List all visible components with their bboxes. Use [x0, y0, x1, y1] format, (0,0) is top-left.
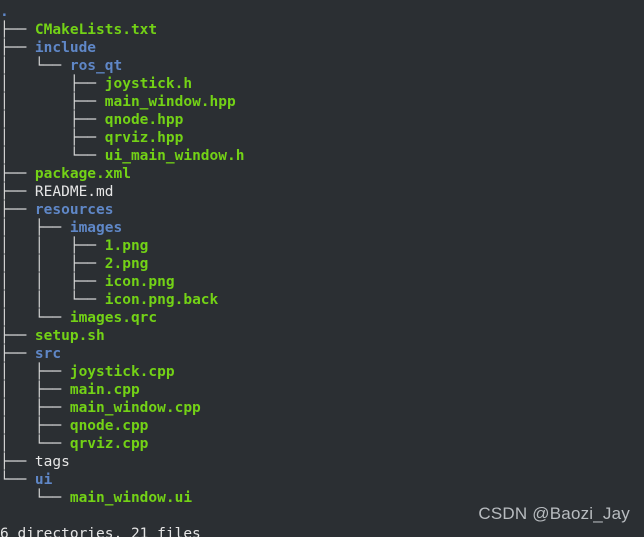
tree-connector: │ │ └── — [0, 292, 105, 308]
tree-row: │ ├── main_window.cpp — [0, 399, 644, 417]
tree-connector: │ ├── — [0, 112, 105, 128]
terminal-window: . ├── CMakeLists.txt ├── include │ └── ros_… — [0, 0, 644, 537]
tree-row: │ ├── main.cpp — [0, 381, 644, 399]
tree-entry-executable: main_window.hpp — [104, 94, 236, 110]
tree-connector: ├── — [0, 346, 35, 362]
tree-root-name: . — [0, 4, 9, 20]
tree-root-row: . — [0, 3, 644, 21]
tree-output: . ├── CMakeLists.txt ├── include │ └── ros_… — [0, 3, 644, 537]
tree-connector: │ ├── — [0, 130, 105, 146]
tree-row: │ │ ├── 1.png — [0, 237, 644, 255]
tree-entry-executable: qrviz.hpp — [104, 130, 184, 146]
tree-entry-executable: 2.png — [104, 256, 149, 272]
tree-row: ├── README.md — [0, 183, 644, 201]
watermark-label: CSDN @Baozi_Jay — [478, 504, 630, 523]
tree-entry-file: tags — [34, 454, 70, 470]
tree-row: │ └── qrviz.cpp — [0, 435, 644, 453]
tree-row: │ ├── main_window.hpp — [0, 93, 644, 111]
tree-connector: │ ├── — [0, 364, 70, 380]
tree-summary: 6 directories, 21 files — [0, 526, 201, 537]
tree-entry-executable: icon.png — [104, 274, 175, 290]
tree-connector: ├── — [0, 328, 35, 344]
tree-row: │ ├── images — [0, 219, 644, 237]
tree-row: ├── CMakeLists.txt — [0, 21, 644, 39]
tree-row: ├── setup.sh — [0, 327, 644, 345]
tree-connector: │ └── — [0, 436, 70, 452]
tree-row: │ ├── joystick.h — [0, 75, 644, 93]
tree-row: ├── resources — [0, 201, 644, 219]
tree-entry-directory: resources — [34, 202, 114, 218]
tree-connector: │ ├── — [0, 220, 70, 236]
tree-connector: ├── — [0, 184, 35, 200]
tree-row: │ │ ├── icon.png — [0, 273, 644, 291]
tree-entry-executable: qrviz.cpp — [69, 436, 149, 452]
tree-entry-executable: qnode.hpp — [104, 112, 184, 128]
tree-row: │ │ └── icon.png.back — [0, 291, 644, 309]
tree-connector: │ │ ├── — [0, 256, 105, 272]
tree-connector: │ ├── — [0, 94, 105, 110]
tree-connector: └── — [0, 490, 70, 506]
tree-connector: │ └── — [0, 310, 70, 326]
tree-entry-executable: icon.png.back — [104, 292, 219, 308]
tree-entry-directory: ui — [34, 472, 53, 488]
tree-entry-executable: main_window.cpp — [69, 400, 201, 416]
tree-connector: └── — [0, 472, 35, 488]
tree-connector: │ └── — [0, 148, 105, 164]
tree-entry-executable: 1.png — [104, 238, 149, 254]
tree-connector: │ │ ├── — [0, 274, 105, 290]
tree-row: │ └── ros_qt — [0, 57, 644, 75]
tree-connector: │ │ ├── — [0, 238, 105, 254]
tree-row: │ └── images.qrc — [0, 309, 644, 327]
tree-row: ├── include — [0, 39, 644, 57]
tree-entry-directory: images — [69, 220, 123, 236]
tree-connector: │ ├── — [0, 76, 105, 92]
tree-connector: │ └── — [0, 58, 70, 74]
tree-row: ├── src — [0, 345, 644, 363]
tree-row: │ ├── qnode.hpp — [0, 111, 644, 129]
tree-connector: ├── — [0, 454, 35, 470]
tree-connector: ├── — [0, 166, 35, 182]
tree-entry-executable: ui_main_window.h — [104, 148, 245, 164]
tree-connector: ├── — [0, 202, 35, 218]
tree-entry-directory: include — [34, 40, 97, 56]
tree-row: └── ui — [0, 471, 644, 489]
tree-entry-directory: src — [34, 346, 62, 362]
tree-entry-executable: main_window.ui — [69, 490, 193, 506]
tree-row: ├── tags — [0, 453, 644, 471]
tree-connector: ├── — [0, 22, 35, 38]
tree-row: │ │ ├── 2.png — [0, 255, 644, 273]
tree-connector: │ ├── — [0, 382, 70, 398]
tree-connector: ├── — [0, 40, 35, 56]
tree-row: │ ├── joystick.cpp — [0, 363, 644, 381]
tree-entry-file: README.md — [34, 184, 114, 200]
tree-row: │ ├── qrviz.hpp — [0, 129, 644, 147]
tree-row: │ └── ui_main_window.h — [0, 147, 644, 165]
tree-entry-executable: joystick.h — [104, 76, 193, 92]
tree-row: ├── package.xml — [0, 165, 644, 183]
tree-entry-executable: joystick.cpp — [69, 364, 175, 380]
tree-entry-executable: CMakeLists.txt — [34, 22, 158, 38]
tree-entry-executable: setup.sh — [34, 328, 105, 344]
tree-connector: │ ├── — [0, 400, 70, 416]
tree-row: │ ├── qnode.cpp — [0, 417, 644, 435]
tree-connector: │ ├── — [0, 418, 70, 434]
tree-entry-executable: images.qrc — [69, 310, 158, 326]
tree-entry-executable: package.xml — [34, 166, 131, 182]
tree-entry-executable: main.cpp — [69, 382, 140, 398]
tree-entry-directory: ros_qt — [69, 58, 123, 74]
tree-entry-executable: qnode.cpp — [69, 418, 149, 434]
